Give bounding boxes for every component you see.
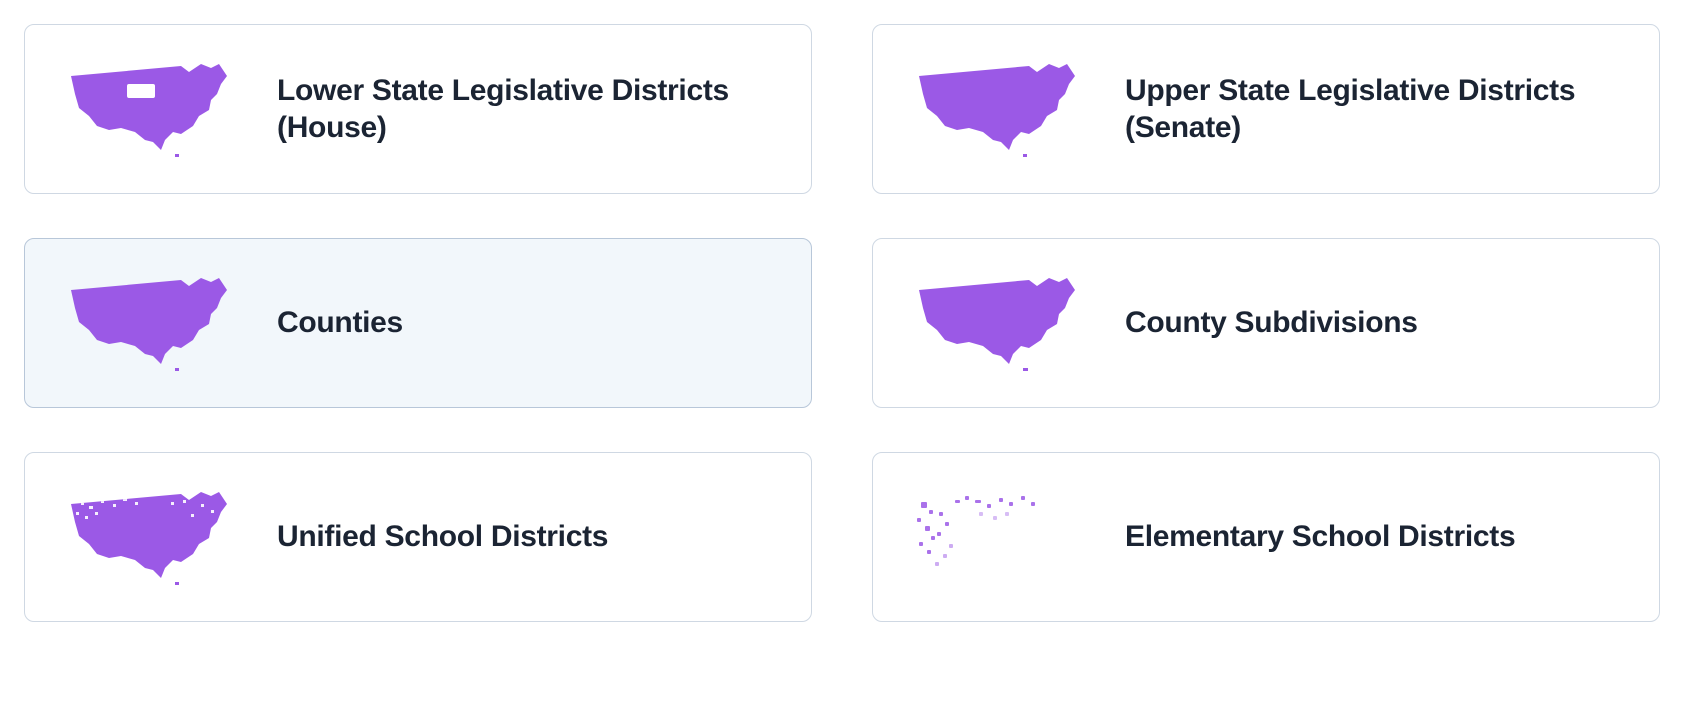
us-map-sparse-icon (909, 482, 1089, 592)
card-elementary-school-districts[interactable]: Elementary School Districts (872, 452, 1660, 622)
us-map-solid-icon (909, 268, 1089, 378)
us-map-solid-icon (909, 54, 1089, 164)
us-map-solid-icon (61, 268, 241, 378)
card-label: Counties (277, 304, 403, 342)
geography-type-grid: Lower State Legislative Districts (House… (24, 24, 1660, 622)
card-label: Unified School Districts (277, 518, 608, 556)
card-unified-school-districts[interactable]: Unified School Districts (24, 452, 812, 622)
card-label: Upper State Legislative Districts (Senat… (1125, 72, 1623, 147)
card-label: County Subdivisions (1125, 304, 1418, 342)
card-label: Lower State Legislative Districts (House… (277, 72, 775, 147)
card-counties[interactable]: Counties (24, 238, 812, 408)
us-map-speckled-icon (61, 482, 241, 592)
card-label: Elementary School Districts (1125, 518, 1515, 556)
card-upper-senate[interactable]: Upper State Legislative Districts (Senat… (872, 24, 1660, 194)
card-lower-house[interactable]: Lower State Legislative Districts (House… (24, 24, 812, 194)
us-map-hole-icon (61, 54, 241, 164)
card-county-subdivisions[interactable]: County Subdivisions (872, 238, 1660, 408)
